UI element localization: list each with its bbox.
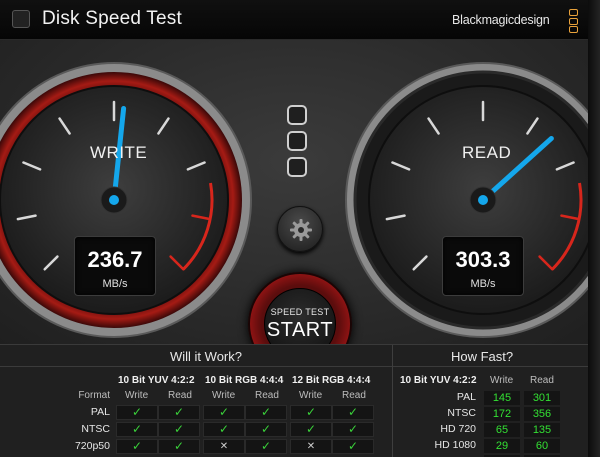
how-fast-read-value: 60 bbox=[524, 439, 560, 453]
how-fast-write-value: 145 bbox=[484, 391, 520, 405]
progress-box bbox=[287, 131, 307, 151]
how-fast-format-label: PAL bbox=[456, 391, 476, 403]
how-fast-format-label: HD 720 bbox=[440, 423, 476, 435]
results-panel: Will it Work? How Fast? Format 10 Bit YU… bbox=[0, 344, 588, 457]
section-divider bbox=[392, 345, 393, 457]
check-icon: ✓ bbox=[158, 422, 200, 437]
how-fast-read-value: 301 bbox=[524, 391, 560, 405]
check-icon: ✓ bbox=[245, 405, 287, 420]
write-speed-unit: MB/s bbox=[102, 278, 128, 290]
read-label: READ bbox=[462, 143, 512, 162]
app-icon bbox=[12, 10, 30, 28]
read-speed-readout: 303.3 MB/s bbox=[442, 236, 524, 296]
format-group-header: 12 Bit RGB 4:4:4 bbox=[292, 375, 371, 386]
read-speed-value: 303.3 bbox=[455, 247, 511, 272]
format-label: NTSC bbox=[81, 423, 110, 435]
how-fast-read-value: 356 bbox=[524, 407, 560, 421]
progress-indicator bbox=[287, 105, 309, 183]
check-icon: ✓ bbox=[332, 422, 374, 437]
check-icon: ✓ bbox=[290, 405, 332, 420]
app-title: Disk Speed Test bbox=[42, 8, 182, 29]
read-column-header: Read bbox=[168, 390, 192, 401]
check-icon: ✓ bbox=[158, 439, 200, 454]
start-button-subtitle: SPEED TEST bbox=[270, 307, 330, 317]
write-column-header: Write bbox=[299, 390, 323, 401]
start-button-label: START bbox=[266, 319, 334, 341]
how-fast-format-label: HD 1080 bbox=[434, 439, 476, 451]
check-icon: ✓ bbox=[116, 439, 158, 454]
window-edge bbox=[588, 0, 600, 457]
format-label: PAL bbox=[90, 406, 110, 418]
write-label: WRITE bbox=[90, 143, 148, 162]
how-fast-write-value: 172 bbox=[484, 407, 520, 421]
format-label: 720p50 bbox=[74, 440, 110, 452]
how-fast-write-value: 65 bbox=[484, 423, 520, 437]
how-fast-group-header: 10 Bit YUV 4:2:2 bbox=[400, 375, 477, 386]
brand-logo-icon bbox=[569, 9, 579, 35]
how-fast-title: How Fast? bbox=[451, 349, 514, 364]
how-fast-divider bbox=[393, 366, 588, 367]
check-icon: ✓ bbox=[203, 422, 245, 437]
write-speed-readout: 236.7 MB/s bbox=[74, 236, 156, 296]
check-icon: ✓ bbox=[116, 405, 158, 420]
how-fast-write-header: Write bbox=[490, 375, 514, 386]
title-bar: Disk Speed Test Blackmagicdesign bbox=[0, 0, 600, 40]
write-speed-value: 236.7 bbox=[87, 247, 143, 272]
how-fast-format-label: NTSC bbox=[447, 407, 476, 419]
check-icon: ✓ bbox=[245, 422, 287, 437]
start-button-face[interactable]: SPEED TEST START bbox=[264, 288, 336, 344]
will-it-work-divider bbox=[0, 366, 392, 367]
settings-button[interactable] bbox=[277, 206, 323, 252]
check-icon: ✓ bbox=[245, 439, 287, 454]
read-speed-unit: MB/s bbox=[470, 278, 496, 290]
how-fast-read-header: Read bbox=[530, 375, 554, 386]
check-icon: ✓ bbox=[116, 422, 158, 437]
check-icon: ✓ bbox=[158, 405, 200, 420]
format-group-header: 10 Bit RGB 4:4:4 bbox=[205, 375, 284, 386]
cross-icon: ✕ bbox=[203, 439, 245, 454]
how-fast-read-value: 135 bbox=[524, 423, 560, 437]
how-fast-write-value: 29 bbox=[484, 439, 520, 453]
check-icon: ✓ bbox=[290, 422, 332, 437]
write-column-header: Write bbox=[212, 390, 236, 401]
gauge-panel: WRITE READ 236.7 MB/s 303.3 MB/s SPEED T… bbox=[0, 40, 588, 344]
write-column-header: Write bbox=[125, 390, 149, 401]
format-group-header: 10 Bit YUV 4:2:2 bbox=[118, 375, 195, 386]
check-icon: ✓ bbox=[332, 405, 374, 420]
read-column-header: Read bbox=[255, 390, 279, 401]
brand-name: Blackmagicdesign bbox=[452, 13, 550, 27]
will-it-work-title: Will it Work? bbox=[170, 349, 242, 364]
gear-icon bbox=[290, 219, 312, 241]
progress-box bbox=[287, 105, 307, 125]
progress-box bbox=[287, 157, 307, 177]
read-column-header: Read bbox=[342, 390, 366, 401]
check-icon: ✓ bbox=[332, 439, 374, 454]
cross-icon: ✕ bbox=[290, 439, 332, 454]
format-header: Format bbox=[78, 390, 110, 401]
check-icon: ✓ bbox=[203, 405, 245, 420]
